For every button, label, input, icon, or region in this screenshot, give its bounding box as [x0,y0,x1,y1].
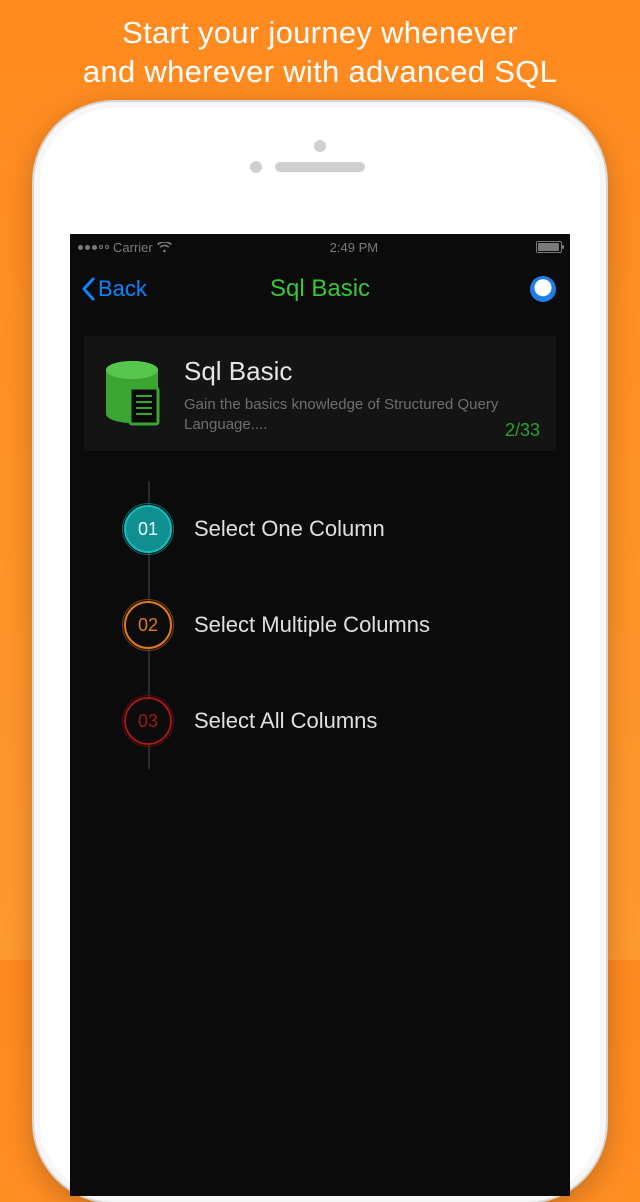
carrier-label: Carrier [113,240,153,255]
promo-headline: Start your journey whenever and wherever… [0,0,640,102]
status-bar: Carrier 2:49 PM [70,234,570,260]
app-screen: Carrier 2:49 PM Back Sql Basic [70,234,570,1196]
phone-bezel: Carrier 2:49 PM Back Sql Basic [40,108,600,1196]
card-description: Gain the basics knowledge of Structured … [184,395,538,436]
signal-icon [78,245,109,250]
status-time: 2:49 PM [330,240,378,255]
card-body: Sql Basic Gain the basics knowledge of S… [184,356,538,437]
battery-icon [536,241,562,253]
lesson-title: Select Multiple Columns [194,612,430,638]
promo-line2: and wherever with advanced SQL [83,54,557,89]
wifi-icon [157,242,172,253]
card-title: Sql Basic [184,356,538,387]
phone-camera [314,140,326,152]
status-right [536,241,562,253]
lesson-timeline: 01 Select One Column 02 Select Multiple … [124,481,570,769]
progress-count: 2/33 [505,420,540,441]
back-button[interactable]: Back [80,276,147,302]
promo-line1: Start your journey whenever [122,15,518,50]
lesson-title: Select One Column [194,516,385,542]
status-left: Carrier [78,240,172,255]
page-title: Sql Basic [270,275,370,303]
back-label: Back [98,276,147,302]
lesson-number-badge: 03 [124,697,172,745]
lesson-number-badge: 02 [124,601,172,649]
database-icon [102,360,166,437]
phone-frame: Carrier 2:49 PM Back Sql Basic [34,102,606,1202]
phone-speaker [275,162,365,172]
lesson-item[interactable]: 03 Select All Columns [124,673,570,769]
lesson-title: Select All Columns [194,708,377,734]
lesson-item[interactable]: 01 Select One Column [124,481,570,577]
chevron-left-icon [80,277,96,301]
course-card[interactable]: Sql Basic Gain the basics knowledge of S… [84,336,556,451]
nav-bar: Back Sql Basic [70,260,570,318]
action-button[interactable] [530,276,556,302]
lesson-number-badge: 01 [124,505,172,553]
lesson-item[interactable]: 02 Select Multiple Columns [124,577,570,673]
phone-sensor [250,161,262,173]
